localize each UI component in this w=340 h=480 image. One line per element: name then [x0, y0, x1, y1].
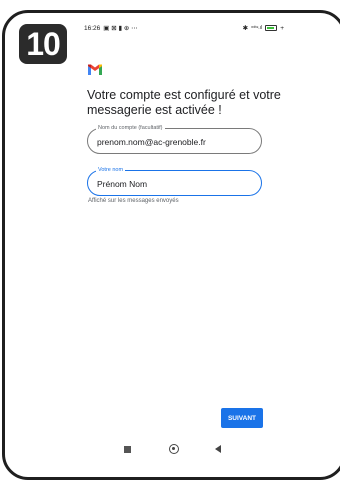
- account-name-field[interactable]: Nom du compte (facultatif) prenom.nom@ac…: [87, 124, 262, 154]
- nav-recents-icon[interactable]: [124, 446, 131, 453]
- your-name-label: Votre nom: [96, 166, 126, 174]
- status-left: 16:26 ▣ ⊠ ▮ ⊕ ⋯: [84, 24, 138, 33]
- signal-icon: ᵛᵒˡᵗᵉ.ıl: [251, 25, 263, 31]
- status-right: ✱ ᵛᵒˡᵗᵉ.ıl +: [242, 24, 284, 33]
- your-name-value[interactable]: Prénom Nom: [97, 179, 147, 189]
- nav-home-icon[interactable]: [169, 444, 179, 454]
- gmail-logo: [88, 64, 102, 75]
- status-time: 16:26: [84, 24, 101, 32]
- phone-frame: [2, 10, 340, 480]
- nav-back-icon[interactable]: [215, 445, 221, 453]
- your-name-field[interactable]: Votre nom Prénom Nom: [87, 166, 262, 196]
- status-bar: 16:26 ▣ ⊠ ▮ ⊕ ⋯ ✱ ᵛᵒˡᵗᵉ.ıl +: [84, 24, 284, 36]
- step-number-badge: 10: [19, 24, 67, 64]
- bluetooth-icon: ✱: [242, 25, 249, 32]
- charging-icon: +: [280, 24, 284, 32]
- helper-text: Affiché sur les messages envoyés: [88, 198, 179, 204]
- page-title: Votre compte est configuré et votre mess…: [87, 88, 281, 117]
- account-name-label: Nom du compte (facultatif): [96, 124, 165, 132]
- account-name-value[interactable]: prenom.nom@ac-grenoble.fr: [97, 137, 206, 147]
- next-button[interactable]: SUIVANT: [221, 408, 263, 428]
- battery-icon: [265, 25, 278, 31]
- status-notification-icons: ▣ ⊠ ▮ ⊕ ⋯: [103, 25, 138, 32]
